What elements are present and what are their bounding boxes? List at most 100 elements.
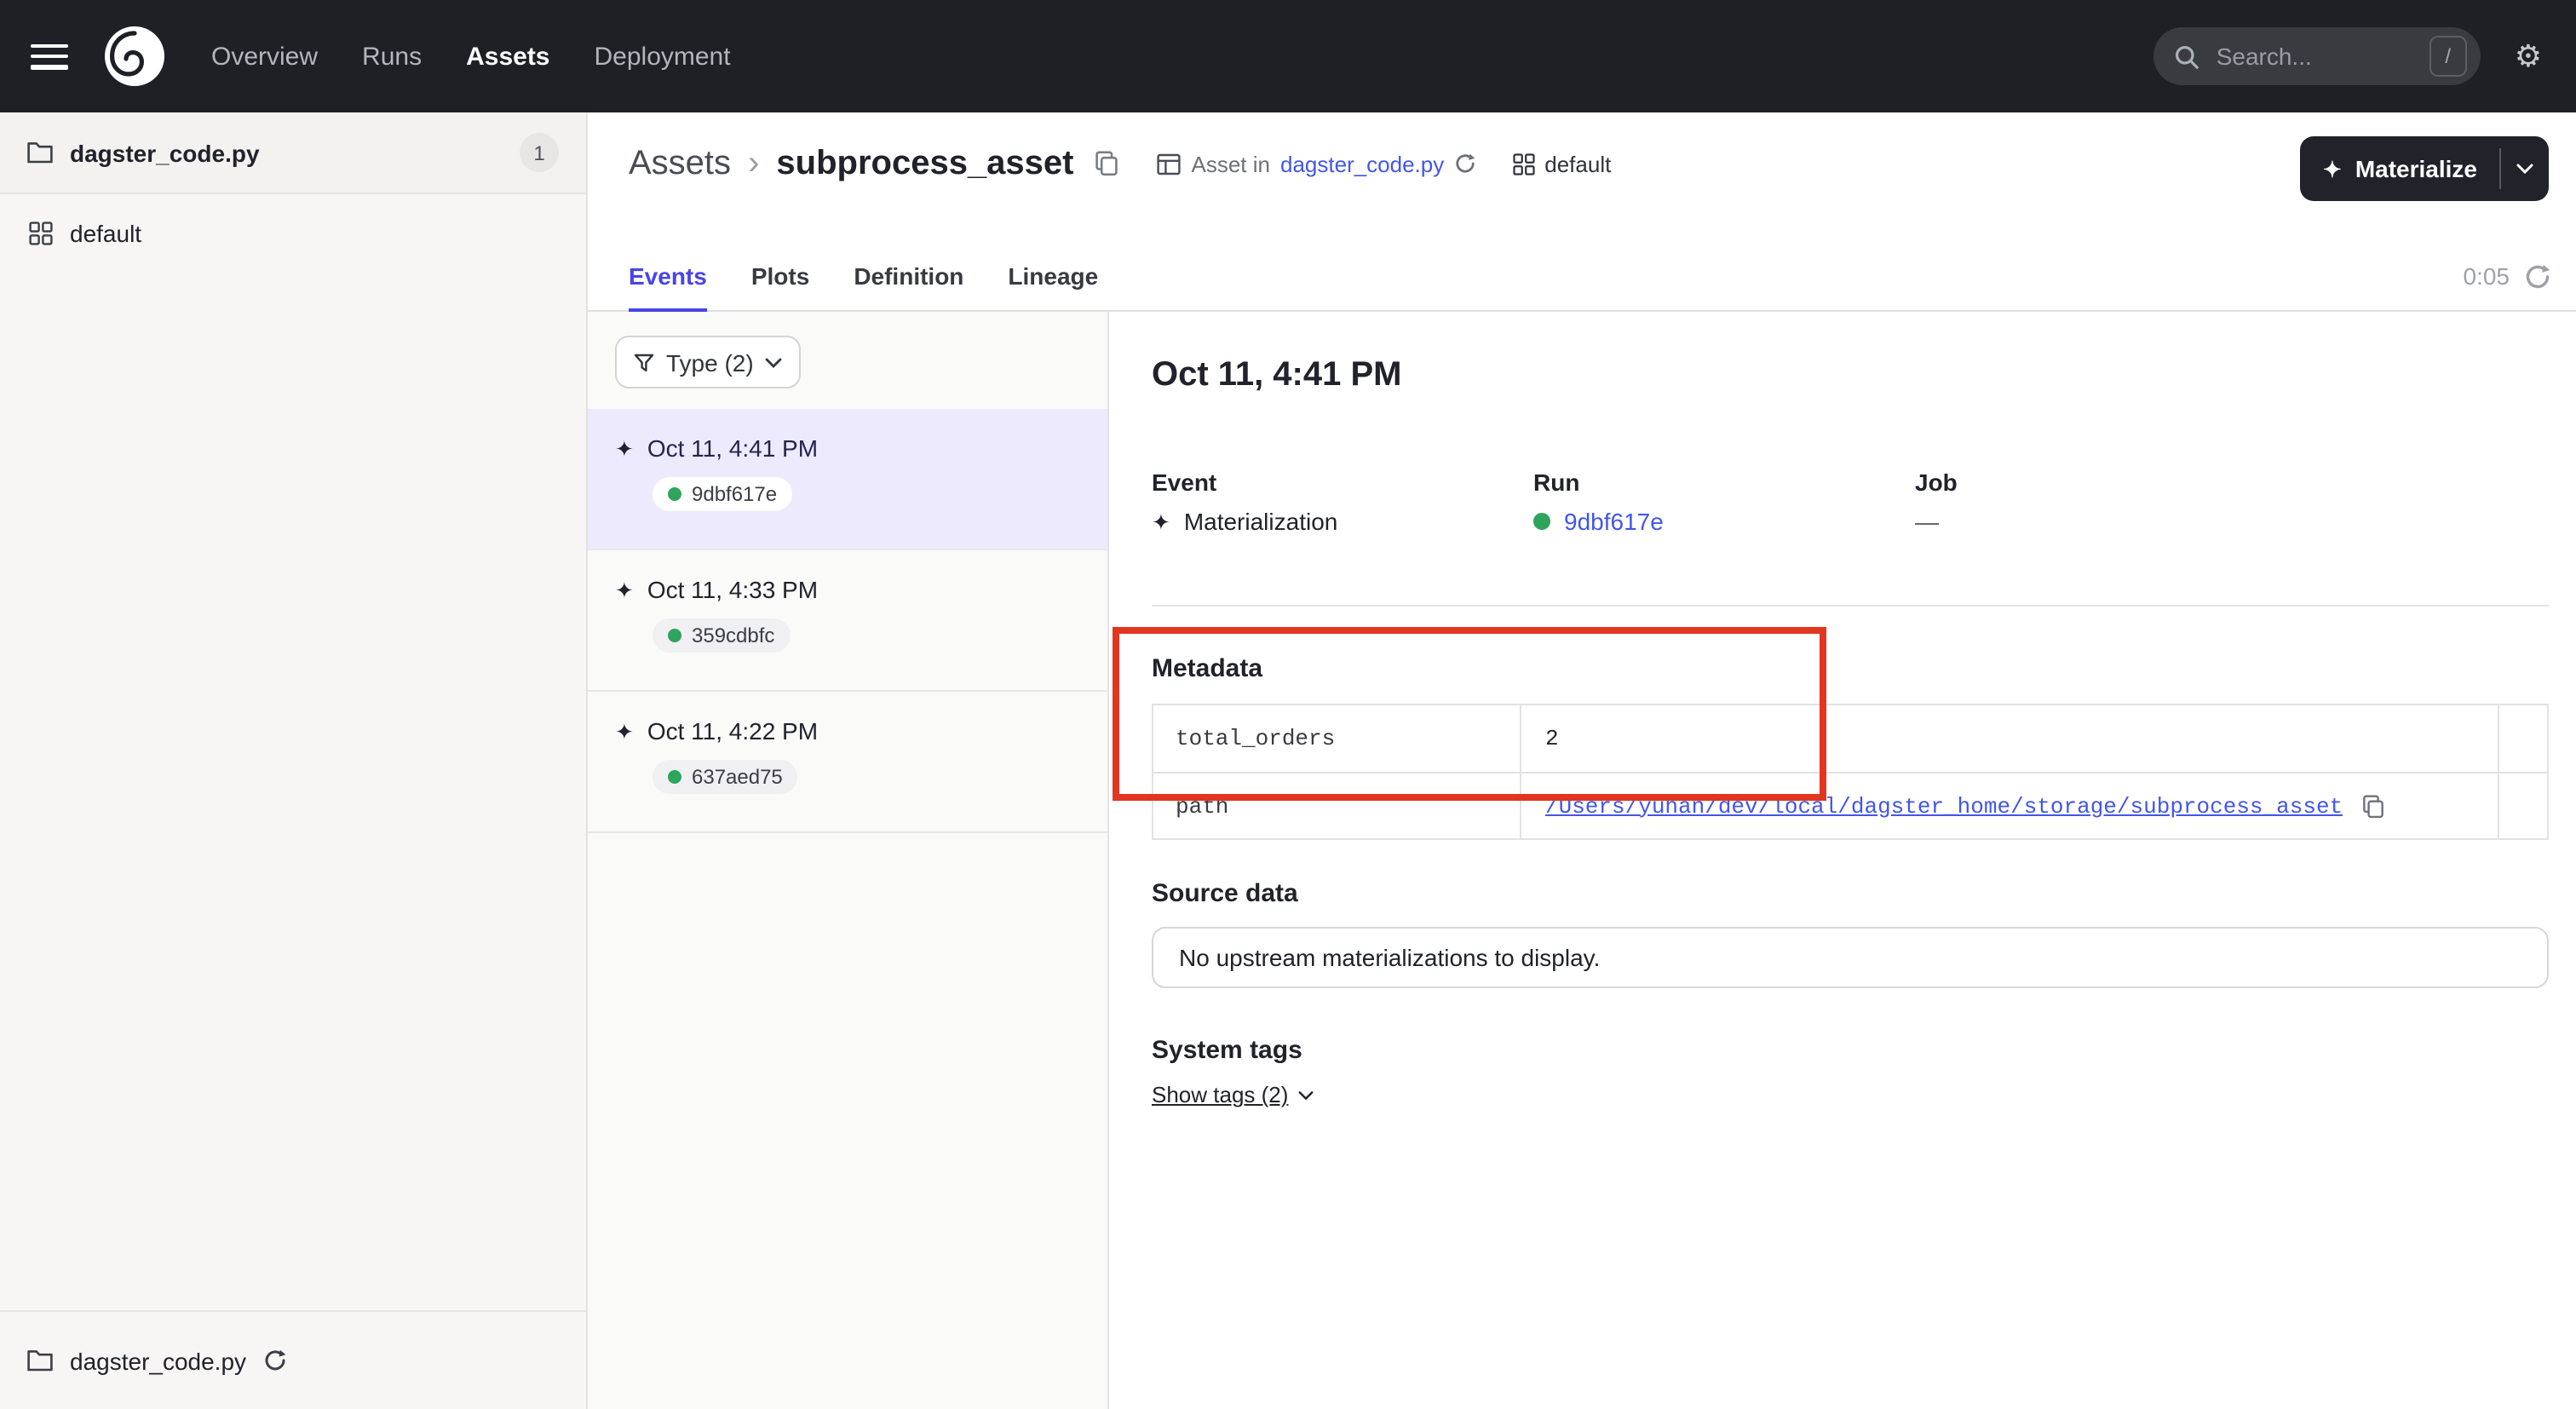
show-tags-toggle[interactable]: Show tags (2) <box>1152 1082 1314 1107</box>
run-status-dot <box>668 487 681 501</box>
run-status-dot <box>668 770 681 784</box>
materialization-event-icon: ✦ <box>615 578 634 601</box>
materialize-sparkle-icon: ✦ <box>2323 158 2342 180</box>
filter-funnel-icon <box>634 352 654 372</box>
table-icon <box>1158 152 1182 175</box>
event-timestamp: Oct 11, 4:41 PM <box>647 434 818 462</box>
dagster-logo[interactable] <box>102 24 167 89</box>
source-data-empty-text: No upstream materializations to display. <box>1179 944 1600 971</box>
run-status-dot <box>668 629 681 642</box>
folder-icon <box>27 141 53 164</box>
asset-in-chip: Asset in dagster_code.py <box>1158 151 1475 176</box>
search-icon <box>2174 43 2199 69</box>
job-column-label: Job <box>1915 469 2297 496</box>
group-chip[interactable]: default <box>1512 151 1611 176</box>
source-data-heading: Source data <box>1152 879 1298 908</box>
reload-icon[interactable] <box>263 1349 285 1372</box>
search-input[interactable] <box>2213 41 2416 72</box>
chevron-down-icon <box>766 357 783 367</box>
run-column-label: Run <box>1533 469 1915 496</box>
sidebar-item-group-default[interactable]: default <box>0 194 586 273</box>
materialize-button[interactable]: ✦ Materialize <box>2299 136 2549 201</box>
tab-lineage[interactable]: Lineage <box>1008 262 1098 312</box>
event-list-item[interactable]: ✦ Oct 11, 4:41 PM 9dbf617e <box>588 409 1107 550</box>
run-status-dot <box>1533 513 1550 530</box>
tab-definition[interactable]: Definition <box>854 262 963 312</box>
main-content: Assets › subprocess_asset Asset in dagst… <box>588 112 2576 1409</box>
show-tags-label: Show tags (2) <box>1152 1082 1288 1107</box>
event-timestamp: Oct 11, 4:33 PM <box>647 576 818 603</box>
timer-value: 0:05 <box>2464 262 2510 290</box>
navbar-right: / ⚙ <box>2153 27 2542 85</box>
refresh-icon[interactable] <box>2525 263 2550 289</box>
asset-sidebar: dagster_code.py 1 default dagster_code.p… <box>0 112 588 1409</box>
materialization-event-icon: ✦ <box>1152 510 1170 532</box>
metadata-key: path <box>1153 774 1521 838</box>
run-id-link[interactable]: 9dbf617e <box>1564 508 1664 535</box>
screenshot-viewport: Overview Runs Assets Deployment / ⚙ dags… <box>0 0 2576 1409</box>
run-id: 9dbf617e <box>692 482 777 506</box>
tab-plots[interactable]: Plots <box>751 262 809 312</box>
group-label: default <box>70 220 141 247</box>
event-list-item[interactable]: ✦ Oct 11, 4:33 PM 359cdbfc <box>588 550 1107 692</box>
metadata-value: 2 <box>1545 726 1559 751</box>
nav-item-overview[interactable]: Overview <box>211 42 318 71</box>
run-id: 637aed75 <box>692 765 783 789</box>
code-location-count-badge: 1 <box>520 133 559 172</box>
dagster-app: Overview Runs Assets Deployment / ⚙ dags… <box>0 0 2576 1409</box>
table-row: total_orders 2 <box>1153 705 2547 772</box>
metadata-path-link[interactable]: /Users/yuhan/dev/local/dagster_home/stor… <box>1545 793 2343 819</box>
event-summary-grid: Event Run Job ✦ Materialization 9dbf617e… <box>1152 469 2297 535</box>
system-tags-heading: System tags <box>1152 1036 1302 1065</box>
reload-code-location-icon[interactable] <box>1454 153 1475 174</box>
materialization-event-icon: ✦ <box>615 720 634 742</box>
materialization-event-icon: ✦ <box>615 437 634 459</box>
code-location-label: dagster_code.py <box>70 139 260 166</box>
nav-item-runs[interactable]: Runs <box>362 42 422 71</box>
run-id: 359cdbfc <box>692 624 774 647</box>
search-shortcut-badge: / <box>2429 36 2467 77</box>
top-navbar: Overview Runs Assets Deployment / ⚙ <box>0 0 2576 112</box>
search-box[interactable]: / <box>2153 27 2481 85</box>
primary-nav: Overview Runs Assets Deployment <box>211 42 731 71</box>
footer-code-location-label: dagster_code.py <box>70 1347 246 1374</box>
type-filter-label: Type (2) <box>666 348 754 376</box>
group-chip-label: default <box>1544 151 1611 176</box>
section-divider <box>1152 605 2549 607</box>
events-list-panel: Type (2) ✦ Oct 11, 4:41 PM 9dbf617e <box>588 312 1109 1409</box>
asset-group-icon <box>1512 152 1534 175</box>
main-body: Type (2) ✦ Oct 11, 4:41 PM 9dbf617e <box>588 312 2576 1409</box>
refresh-timer: 0:05 <box>2464 262 2551 290</box>
copy-path-icon[interactable] <box>2361 793 2385 819</box>
gear-icon[interactable]: ⚙ <box>2515 41 2542 72</box>
type-filter-button[interactable]: Type (2) <box>615 336 802 388</box>
sidebar-footer-code-location[interactable]: dagster_code.py <box>0 1310 586 1409</box>
event-detail-panel: Oct 11, 4:41 PM Event Run Job ✦ Material… <box>1109 312 2576 1409</box>
table-row: path /Users/yuhan/dev/local/dagster_home… <box>1153 772 2547 838</box>
tab-events[interactable]: Events <box>629 262 707 312</box>
nav-item-assets[interactable]: Assets <box>466 42 549 71</box>
chevron-down-icon <box>1298 1090 1314 1100</box>
sidebar-item-code-location[interactable]: dagster_code.py 1 <box>0 112 586 194</box>
hamburger-menu-icon[interactable] <box>31 43 68 69</box>
materialize-dropdown-button[interactable] <box>2501 136 2549 201</box>
asset-header: Assets › subprocess_asset Asset in dagst… <box>588 112 2576 312</box>
run-id-badge[interactable]: 9dbf617e <box>653 477 792 511</box>
metadata-key: total_orders <box>1153 705 1521 772</box>
event-detail-title: Oct 11, 4:41 PM <box>1152 356 1402 395</box>
event-list-item[interactable]: ✦ Oct 11, 4:22 PM 637aed75 <box>588 692 1107 833</box>
metadata-heading: Metadata <box>1152 654 1262 683</box>
job-value: — <box>1915 508 2297 535</box>
metadata-table: total_orders 2 path /Users/yuhan/dev/loc… <box>1152 704 2549 840</box>
nav-item-deployment[interactable]: Deployment <box>595 42 731 71</box>
run-id-badge[interactable]: 359cdbfc <box>653 618 790 653</box>
source-data-empty-state: No upstream materializations to display. <box>1152 927 2549 988</box>
asset-in-code-location-link[interactable]: dagster_code.py <box>1280 151 1444 176</box>
run-id-badge[interactable]: 637aed75 <box>653 760 798 794</box>
materialize-label: Materialize <box>2355 155 2477 182</box>
asset-in-prefix: Asset in <box>1192 151 1271 176</box>
folder-icon <box>27 1349 53 1372</box>
event-column-label: Event <box>1152 469 1533 496</box>
event-type-value: Materialization <box>1184 508 1338 535</box>
event-timestamp: Oct 11, 4:22 PM <box>647 717 818 745</box>
